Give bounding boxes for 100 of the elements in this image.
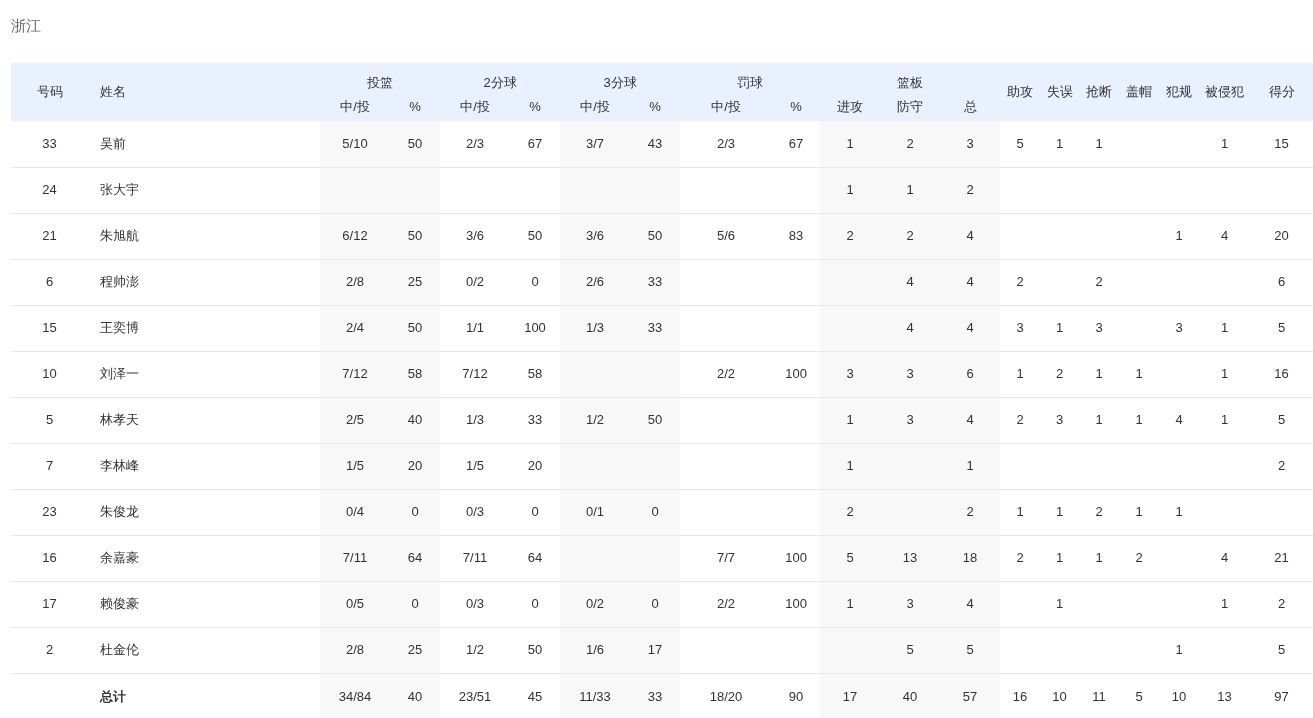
table-cell: 1 [1040,581,1080,627]
table-cell: 18/20 [680,673,773,718]
table-cell: 1 [820,167,881,213]
table-cell: 1 [1199,305,1251,351]
table-cell: 0 [510,581,560,627]
table-cell: 3 [820,351,881,397]
table-cell: 40 [390,397,440,443]
table-cell: 5 [1119,673,1160,718]
column-header: 号码 [11,63,88,121]
table-cell: 1/2 [560,397,630,443]
table-cell: 25 [390,627,440,673]
table-cell: 1 [1159,627,1200,673]
column-header: 中/投 [560,92,630,121]
table-cell: 1 [1079,351,1120,397]
table-cell: 2 [1040,351,1080,397]
table-cell: 2/3 [680,121,773,167]
table-cell: 7/11 [440,535,510,581]
table-cell: 3 [880,397,941,443]
table-cell: 4 [940,259,1001,305]
table-cell: 20 [510,443,560,489]
table-cell: 1/2 [440,627,510,673]
table-cell: 5 [1000,121,1041,167]
column-header: 中/投 [320,92,390,121]
table-cell: 王奕博 [88,305,320,351]
table-cell: 57 [940,673,1001,718]
table-cell: 1/5 [320,443,390,489]
table-cell: 朱俊龙 [88,489,320,535]
column-header: 投篮 [320,63,440,92]
table-cell: 33 [630,673,681,718]
table-cell: 0/4 [320,489,390,535]
team-name: 浙江 [11,16,41,36]
table-cell: 0/2 [440,259,510,305]
table-cell: 5 [940,627,1001,673]
table-cell: 10 [1159,673,1200,718]
table-cell: 1/3 [560,305,630,351]
table-cell: 2/8 [320,259,390,305]
table-cell: 50 [630,213,681,259]
table-cell: 16 [1250,351,1313,397]
table-cell: 20 [390,443,440,489]
table-cell: 3 [880,581,941,627]
table-cell: 23 [11,489,88,535]
column-header: 被侵犯 [1199,63,1251,121]
table-cell: 1 [1159,489,1200,535]
table-cell: 1 [1079,535,1120,581]
table-cell: 2 [940,167,1001,213]
table-cell: 25 [390,259,440,305]
table-cell: 0 [390,489,440,535]
table-cell: 11/33 [560,673,630,718]
table-cell: 50 [510,627,560,673]
table-cell: 58 [390,351,440,397]
table-cell: 3 [1079,305,1120,351]
table-cell: 83 [772,213,821,259]
table-cell: 7/12 [320,351,390,397]
table-cell: 刘泽一 [88,351,320,397]
table-cell: 7/7 [680,535,773,581]
table-cell: 50 [630,397,681,443]
table-cell: 1 [1119,489,1160,535]
table-cell: 2 [1079,489,1120,535]
table-cell: 1 [1000,351,1041,397]
table-cell: 6/12 [320,213,390,259]
column-header: % [630,92,681,121]
table-cell: 33 [630,305,681,351]
table-cell: 2/2 [680,581,773,627]
table-cell: 90 [772,673,821,718]
table-cell: 21 [11,213,88,259]
table-cell: 4 [1199,535,1251,581]
table-cell: 5 [1250,627,1313,673]
table-cell: 0 [630,581,681,627]
column-header: 失误 [1040,63,1080,121]
column-header: 助攻 [1000,63,1041,121]
column-header: 罚球 [680,63,821,92]
table-cell: 0/3 [440,489,510,535]
column-header: 总 [940,92,1001,121]
table-cell: 4 [880,305,941,351]
table-cell: 5/10 [320,121,390,167]
table-cell: 7 [11,443,88,489]
table-cell: 6 [1250,259,1313,305]
table-cell: 0 [390,581,440,627]
table-cell: 10 [11,351,88,397]
table-cell: 4 [940,305,1001,351]
table-cell: 1/1 [440,305,510,351]
table-cell: 16 [11,535,88,581]
table-cell: 45 [510,673,560,718]
table-cell: 1/5 [440,443,510,489]
column-header: % [772,92,821,121]
table-cell: 3/7 [560,121,630,167]
table-cell: 17 [630,627,681,673]
table-cell: 1 [1199,121,1251,167]
table-cell: 2 [1000,397,1041,443]
column-header: 得分 [1250,63,1313,121]
column-header: 犯规 [1159,63,1200,121]
table-cell: 程帅澎 [88,259,320,305]
table-cell: 3 [880,351,941,397]
table-cell: 50 [510,213,560,259]
table-cell: 1 [1119,397,1160,443]
table-cell: 赖俊豪 [88,581,320,627]
table-cell: 1 [820,443,881,489]
table-cell: 2 [1250,581,1313,627]
table-cell: 2/4 [320,305,390,351]
table-cell: 15 [1250,121,1313,167]
